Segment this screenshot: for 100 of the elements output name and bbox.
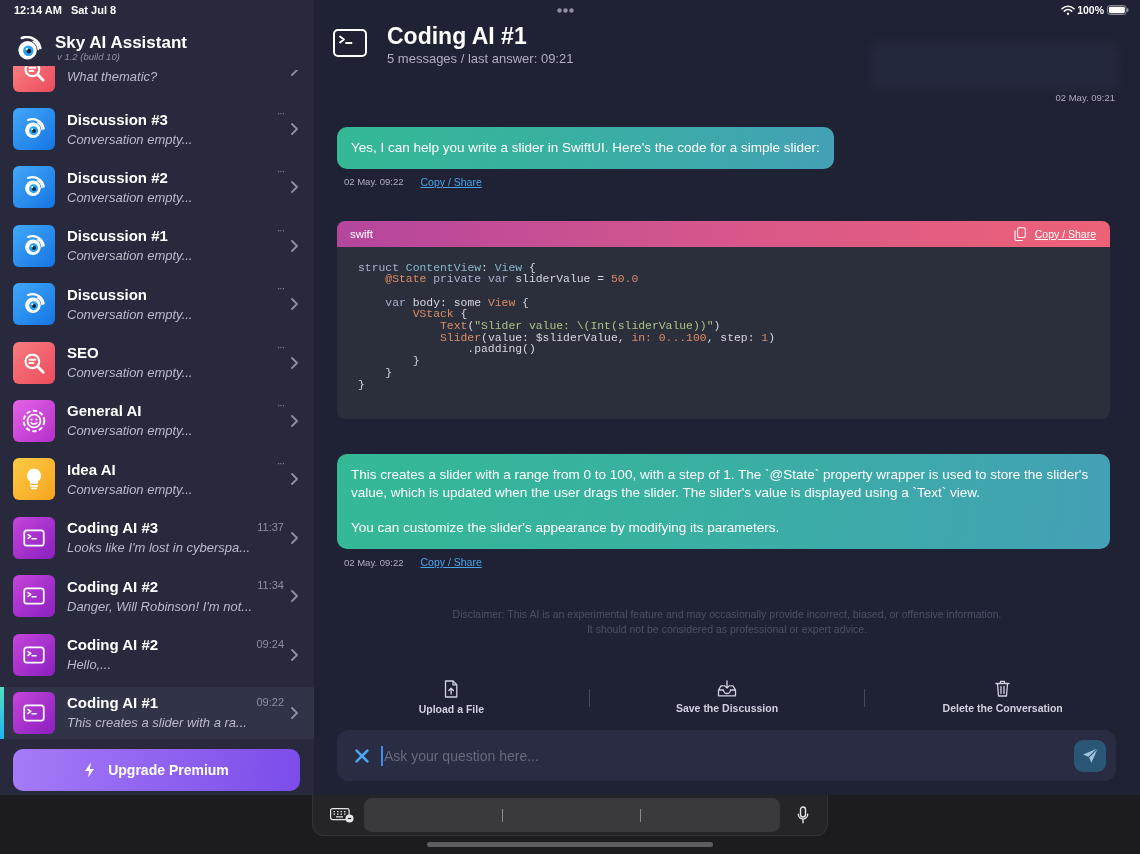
code-line: } [411, 356, 420, 368]
chevron-icon [291, 531, 298, 544]
app-title: Sky AI Assistant [55, 33, 187, 53]
code-line: Slider(value: $sliderValue, in: 0...100, step: 1) [439, 332, 775, 345]
upgrade-button[interactable]: Upgrade Premium [13, 748, 300, 791]
battery-percent: 100% [1077, 4, 1104, 16]
conversation-time: 11:37 [257, 520, 284, 533]
conversation-time: 09:24 [256, 637, 284, 650]
conversation-preview: This creates a slider with a ra... [67, 714, 247, 732]
chat-title: Coding AI #1 [387, 22, 527, 50]
conversation-item[interactable]: Coding AI #2 Hello,... 09:24 [0, 628, 314, 681]
conversation-title: Coding AI #3 [67, 519, 159, 538]
save-button[interactable]: Save the Discussion [589, 680, 865, 714]
chevron-icon [291, 181, 298, 194]
conversation-title: Discussion #3 [67, 110, 168, 129]
conversation-title: Discussion [67, 285, 148, 304]
keyboard-icon[interactable] [330, 807, 354, 823]
conversation-item[interactable]: SEO Conversation empty... ··· [0, 336, 314, 389]
battery-icon [1107, 5, 1129, 15]
conversation-preview: Danger, Will Robinson! I'm not... [67, 597, 253, 615]
code-line: } [384, 367, 393, 380]
chevron-icon [291, 356, 298, 369]
terminal-icon [13, 575, 55, 618]
message-text: You can customize the slider's appearance by modifying its parameters. [351, 518, 781, 537]
conversation-item[interactable]: Idea AI Conversation empty... ··· [0, 453, 314, 506]
chevron-icon [291, 123, 298, 135]
conversation-preview: Conversation empty... [67, 130, 193, 148]
chat-subtitle: 5 messages / last answer: 09:21 [387, 51, 574, 67]
message-time: 02 May. 09:22 [344, 176, 404, 187]
chevron-icon [291, 473, 298, 486]
conversation-title: General AI [67, 402, 142, 421]
question-field[interactable]: Ask your question here... [337, 730, 1116, 781]
status-time: 12:14 AM [14, 4, 62, 16]
code-language: swift [350, 227, 373, 240]
conversation-title: SEO [67, 344, 99, 363]
status-date: Sat Jul 8 [70, 4, 117, 16]
question-input[interactable]: Ask your question here... [383, 747, 1074, 764]
bolt-icon [84, 761, 96, 778]
conversation-preview: Conversation empty... [67, 247, 193, 265]
conversation-item[interactable]: Coding AI #2 Danger, Will Robinson! I'm not... 11:34 [0, 570, 314, 623]
code-line: struct ContentView: View { [358, 262, 536, 274]
conversation-preview: Conversation empty... [67, 188, 193, 206]
microphone-icon[interactable] [797, 806, 809, 824]
code-line: var body: some View { [384, 297, 529, 309]
conversation-title: Coding AI #2 [67, 636, 159, 654]
text-cursor [381, 745, 383, 766]
conversation-title: Coding AI #2 [67, 577, 159, 596]
conversation-title: Discussion #1 [67, 227, 168, 246]
conversation-preview: Conversation empty... [67, 305, 193, 323]
conversation-preview: Looks like I'm lost in cyberspa... [67, 539, 251, 557]
more-indicator: ··· [277, 224, 284, 236]
terminal-icon [333, 29, 367, 57]
code-line: Text("Slider value: \(Int(sliderValue))") [439, 321, 721, 333]
eye-icon [13, 224, 55, 267]
more-indicator: ··· [277, 108, 284, 119]
file-upload-icon [444, 680, 459, 698]
close-icon[interactable] [355, 748, 369, 763]
chevron-icon [291, 706, 298, 719]
conversation-item[interactable]: Coding AI #3 Looks like I'm lost in cyberspa... 11:37 [0, 511, 314, 564]
conversation-preview: Conversation empty... [67, 480, 193, 498]
eye-icon [13, 108, 55, 150]
message-text: This creates a slider with a range from 0 to 100, with a step of 1. The `@State` property wrapper is used to store the slider's value, which is updated when the user drags the slider. The slider's value is displayed using a `Text` view. [351, 466, 1090, 502]
message-time: 02 May. 09:21 [1055, 92, 1115, 104]
eye-icon [13, 283, 55, 326]
send-button[interactable] [1074, 739, 1106, 772]
conversation-item[interactable]: Discussion #3 Conversation empty... ··· [0, 103, 314, 155]
chevron-icon [291, 239, 298, 252]
conversation-preview: Conversation empty... [67, 422, 193, 440]
more-indicator: ··· [277, 283, 284, 295]
app-version: v 1.2 (build 10) [57, 51, 121, 62]
terminal-icon [13, 516, 55, 559]
code-line: .padding() [466, 344, 536, 357]
magnifier-icon [13, 66, 55, 92]
copy-share-link[interactable]: Copy / Share [420, 556, 482, 569]
chevron-icon [291, 70, 298, 76]
upload-button[interactable]: Upload a File [314, 680, 589, 715]
conversation-preview: Hello,... [67, 656, 112, 673]
code-line: } [358, 379, 365, 392]
smiley-icon [13, 399, 55, 442]
delete-button[interactable]: Delete the Conversation [865, 680, 1140, 714]
send-icon [1081, 747, 1099, 764]
chevron-icon [291, 648, 298, 661]
terminal-icon [13, 691, 55, 734]
conversation-item[interactable]: Discussion #2 Conversation empty... ··· [0, 161, 314, 214]
more-indicator: ··· [277, 341, 284, 353]
conversation-item[interactable]: General AI Conversation empty... ··· [0, 394, 314, 447]
eye-logo-icon [18, 35, 42, 60]
conversation-item[interactable]: Coding AI #1 This creates a slider with a ra... 09:22 [0, 686, 314, 739]
conversation-title: Coding AI #1 [67, 694, 159, 713]
wifi-icon [1061, 5, 1076, 15]
copy-icon[interactable] [1013, 226, 1026, 241]
copy-share-link[interactable]: Copy / Share [420, 175, 482, 188]
more-indicator: ··· [277, 399, 284, 411]
eye-icon [13, 166, 55, 209]
conversation-item[interactable]: Discussion #1 Conversation empty... ··· [0, 219, 314, 272]
conversation-title: Idea AI [67, 460, 116, 479]
code-line: @State private var sliderValue = 50.0 [384, 274, 639, 286]
conversation-item[interactable]: Discussion Conversation empty... ··· [0, 278, 314, 331]
chevron-icon [291, 590, 298, 603]
code-line: VStack { [411, 309, 468, 321]
